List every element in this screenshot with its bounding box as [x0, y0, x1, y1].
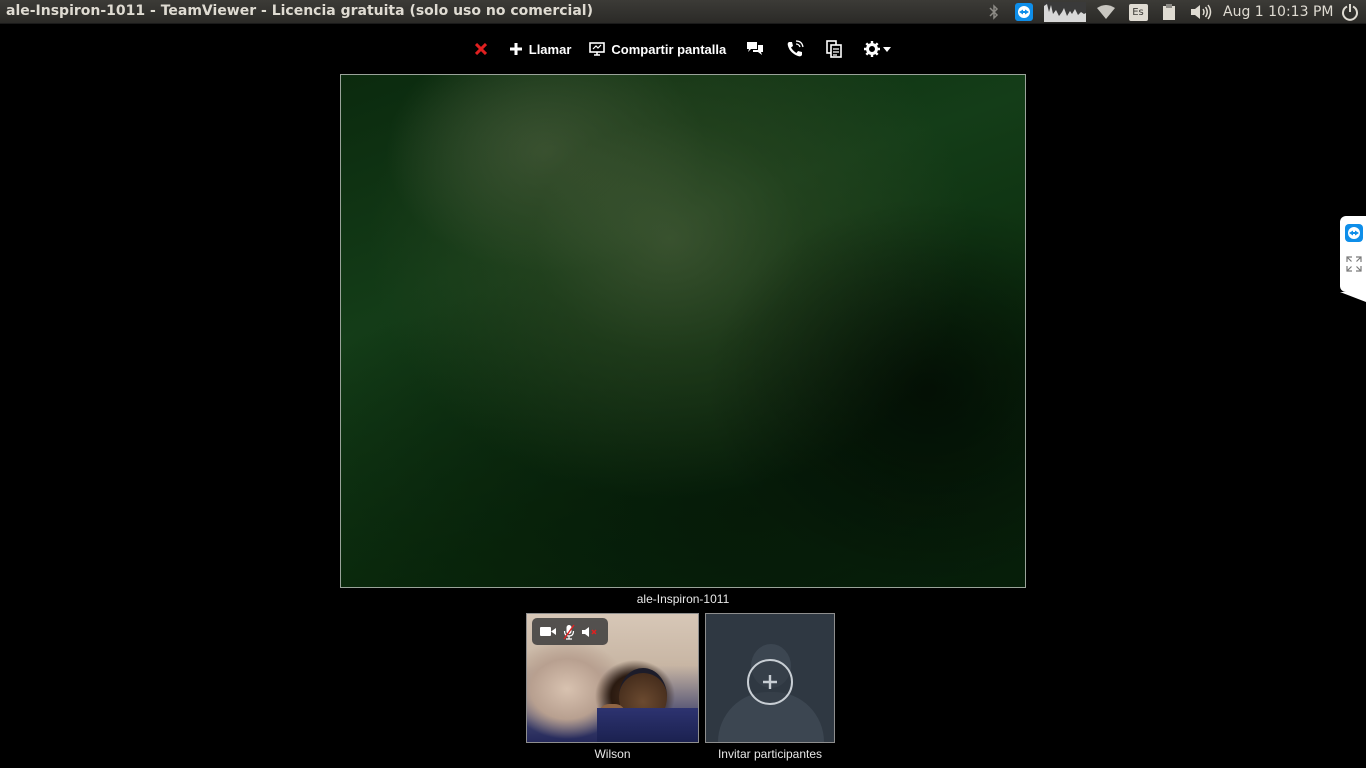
power-icon[interactable]	[1340, 0, 1360, 24]
participant-name-wilson: Wilson	[594, 747, 631, 761]
settings-button[interactable]	[864, 36, 892, 62]
main-video-participant-name: ale-Inspiron-1011	[636, 592, 730, 606]
chat-button[interactable]	[746, 36, 764, 62]
close-icon	[474, 43, 487, 55]
keyboard-layout-icon[interactable]: Es	[1128, 0, 1148, 24]
participant-thumbnail-wilson[interactable]	[526, 613, 699, 743]
bluetooth-icon[interactable]	[986, 0, 1002, 24]
invite-participants-tile[interactable]	[705, 613, 835, 743]
call-label: Llamar	[528, 41, 572, 57]
phone-icon	[787, 40, 804, 57]
media-controls	[532, 618, 608, 645]
phone-button[interactable]	[786, 36, 804, 62]
files-button[interactable]	[826, 36, 843, 62]
teamviewer-tray-icon[interactable]	[1015, 0, 1033, 24]
share-screen-button[interactable]: Compartir pantalla	[589, 36, 726, 62]
chevron-down-icon	[883, 46, 892, 52]
invite-participants-label: Invitar participantes	[717, 747, 823, 761]
top-panel: ale-Inspiron-1011 - TeamViewer - Licenci…	[0, 0, 1366, 24]
plus-icon	[509, 43, 522, 55]
system-monitor-icon[interactable]	[1044, 0, 1086, 24]
teamviewer-logo-icon[interactable]	[1345, 224, 1363, 242]
end-call-button[interactable]	[474, 36, 487, 62]
share-screen-label: Compartir pantalla	[611, 41, 727, 57]
side-panel-tab[interactable]	[1340, 216, 1366, 302]
side-tab-fold	[1340, 292, 1366, 302]
wifi-icon[interactable]	[1097, 0, 1115, 24]
files-icon	[826, 40, 843, 58]
video-shadow	[705, 195, 1025, 585]
gear-icon	[864, 41, 881, 57]
camera-icon[interactable]	[539, 626, 556, 637]
call-button[interactable]: Llamar	[509, 36, 572, 62]
call-toolbar: Llamar Compartir pantalla	[0, 36, 1366, 62]
plus-icon	[763, 675, 777, 689]
add-participant-button[interactable]	[747, 659, 793, 705]
speaker-muted-icon[interactable]	[582, 626, 600, 638]
keyboard-layout-label: Es	[1128, 3, 1148, 21]
volume-icon[interactable]	[1190, 0, 1212, 24]
screen-share-icon	[589, 42, 606, 56]
clipboard-icon[interactable]	[1162, 0, 1176, 24]
window-title: ale-Inspiron-1011 - TeamViewer - Licenci…	[6, 3, 593, 19]
main-video-feed[interactable]	[340, 74, 1026, 588]
microphone-muted-icon[interactable]	[563, 624, 575, 640]
clock[interactable]: Aug 1 10:13 PM	[1223, 0, 1333, 24]
clock-label: Aug 1 10:13 PM	[1223, 4, 1334, 20]
participant-blanket	[597, 708, 698, 742]
chat-icon	[747, 42, 764, 55]
fullscreen-icon[interactable]	[1346, 256, 1362, 272]
